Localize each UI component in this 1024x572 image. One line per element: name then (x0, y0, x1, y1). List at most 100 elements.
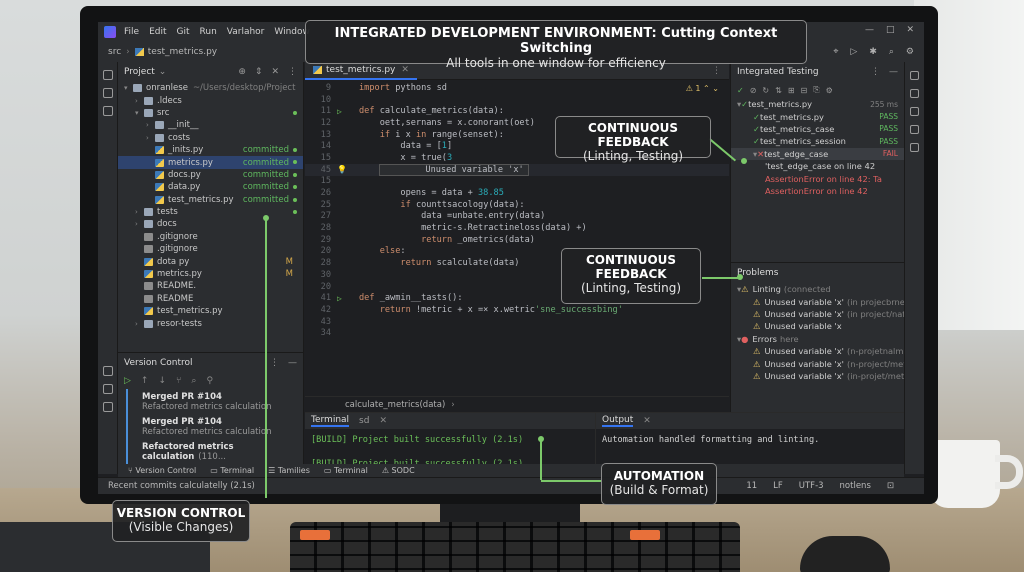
tree-item[interactable]: README. (118, 280, 303, 292)
coverage-icon[interactable] (910, 125, 919, 134)
test-row[interactable]: AssertionError on line 42 (731, 185, 904, 197)
tree-item[interactable]: › __init__ (118, 119, 303, 131)
close-tab-icon[interactable]: ✕ (643, 416, 651, 426)
debug-icon[interactable]: ✱ (869, 47, 877, 57)
tree-item[interactable]: .gitignore (118, 243, 303, 255)
problem-row[interactable]: ⚠Unused variable 'x'(in-projet/metmin (731, 370, 904, 382)
settings-icon[interactable]: ⚙ (826, 86, 833, 95)
checkmark-icon[interactable]: ✓ (737, 86, 744, 95)
tool-tab-terminal[interactable]: ▭ Terminal (210, 466, 254, 475)
tree-item[interactable]: › resor-tests (118, 317, 303, 329)
rerun-icon[interactable]: ↻ (762, 86, 769, 95)
code-line[interactable]: 9 import pythons sd (305, 82, 729, 94)
tree-item[interactable]: › .ldecs (118, 94, 303, 106)
tree-item[interactable]: ▾ src (118, 107, 303, 119)
fetch-icon[interactable]: ▷ (124, 376, 131, 386)
tree-item[interactable]: docs.py committed (118, 169, 303, 181)
code-line[interactable]: 29 return _ometrics(data) (305, 234, 729, 246)
test-row[interactable]: ▾ ✓ test_metrics.py 255 ms (731, 98, 904, 110)
commit-item[interactable]: Merged PR #104 Refactored metrics calcula… (126, 389, 303, 414)
problem-row[interactable]: ⚠Unused variable 'x'(in projecbrnetmin (731, 295, 904, 307)
tree-item[interactable]: .gitignore (118, 231, 303, 243)
status-extra[interactable]: notlens (840, 481, 871, 491)
code-line[interactable]: 15 (305, 176, 729, 188)
test-row[interactable]: 'test_edge_case on line 42 (731, 160, 904, 172)
close-panel-icon[interactable]: ✕ (271, 67, 279, 77)
close-icon[interactable]: ✕ (906, 25, 914, 35)
minimize-icon[interactable]: — (865, 25, 874, 35)
status-message[interactable]: Recent commits calculatelly (2.1s) (108, 481, 255, 491)
minimize-panel-icon[interactable]: — (889, 67, 898, 77)
sort-icon[interactable]: ⇅ (775, 86, 782, 95)
problem-row[interactable]: ▾ ⚠ Linting (connected (731, 283, 904, 295)
terminal-tab[interactable]: Terminal (311, 415, 350, 427)
test-row[interactable]: ✓ test_metrics_case PASS (731, 123, 904, 135)
run-icon[interactable]: ▷ (850, 47, 857, 57)
location-icon[interactable]: ⌖ (833, 47, 838, 57)
code-line[interactable]: 28 metric-s.Retractineloss(data) +) (305, 222, 729, 234)
tree-item[interactable]: › docs (118, 218, 303, 230)
lock-icon[interactable]: ⊡ (887, 481, 894, 491)
project-tool-icon[interactable] (103, 70, 113, 80)
tree-item[interactable]: data.py committed (118, 181, 303, 193)
tree-item[interactable]: › costs (118, 132, 303, 144)
tree-item[interactable]: dota py M (118, 255, 303, 267)
terminal-tab-secondary[interactable]: sd (359, 416, 369, 426)
more-options-icon[interactable]: ⋮ (270, 358, 279, 368)
database-icon[interactable] (910, 89, 919, 98)
arrow-up-icon[interactable]: ↑ (141, 376, 149, 386)
test-row[interactable]: ✓ test_metrics_session PASS (731, 135, 904, 147)
notifications-icon[interactable] (910, 71, 919, 80)
test-row[interactable]: ▾ ✕ test_edge_case FAIL (731, 147, 904, 160)
git-tool-icon[interactable] (103, 384, 113, 394)
tool-tab-terminal-2[interactable]: ▭ Terminal (324, 466, 368, 475)
code-line[interactable]: 25 if counttsacology(data): (305, 199, 729, 211)
problems-title[interactable]: Problems (737, 268, 778, 278)
collapse-icon[interactable]: ⊟ (801, 86, 808, 95)
version-control-title[interactable]: Version Control (124, 358, 193, 368)
collapse-all-icon[interactable]: ⇕ (255, 67, 263, 77)
maximize-icon[interactable]: □ (886, 25, 895, 35)
tree-item[interactable]: › tests (118, 206, 303, 218)
commit-item[interactable]: Refactored metrics calculation (110... (126, 439, 303, 464)
arrow-down-icon[interactable]: ↓ (158, 376, 166, 386)
branch-icon[interactable]: ⑂ (176, 376, 181, 386)
status-eol[interactable]: LF (773, 481, 783, 491)
problem-row[interactable]: ⚠Unused variable 'x'(in project/nafmi (731, 308, 904, 320)
test-row[interactable]: ✓ test_metrics.py PASS (731, 110, 904, 122)
code-line[interactable]: 34 (305, 327, 729, 339)
code-line[interactable]: 43 (305, 316, 729, 328)
settings-icon[interactable]: ⚙ (906, 47, 914, 57)
run-gutter-icon[interactable]: ▷ (337, 107, 359, 116)
problem-row[interactable]: ▾ ● Errors here (731, 333, 904, 345)
code-line[interactable]: 27 data =unbate.entry(data) (305, 211, 729, 223)
chevron-down-icon[interactable]: ⌄ (159, 67, 167, 77)
breadcrumb-folder[interactable]: src (108, 47, 121, 57)
ai-assistant-icon[interactable] (910, 143, 919, 152)
export-icon[interactable]: ⎘ (813, 85, 819, 95)
tool-tab-sodc[interactable]: ⚠ SODC (382, 466, 415, 475)
tree-item[interactable]: _inits.py committed (118, 144, 303, 156)
tree-item[interactable]: metrics.py M (118, 268, 303, 280)
commit-item[interactable]: Merged PR #104 Refactored metrics calcula… (126, 414, 303, 439)
commit-tool-icon[interactable] (103, 88, 113, 98)
problem-row[interactable]: ⚠ Unused variable 'x (731, 320, 904, 332)
menu-varlahor[interactable]: Varlahor (227, 27, 265, 37)
run-gutter-icon[interactable]: ▷ (337, 294, 359, 303)
expand-icon[interactable]: ⊞ (788, 86, 795, 95)
menu-run[interactable]: Run (200, 27, 217, 37)
tool-tab-tamilies[interactable]: ☰ Tamilies (268, 466, 310, 475)
more-options-icon[interactable]: ⋮ (871, 67, 880, 77)
tree-item[interactable]: test_metrics.py (118, 305, 303, 317)
output-tab[interactable]: Output (602, 415, 634, 427)
testing-tool-icon[interactable] (910, 107, 919, 116)
menu-file[interactable]: File (124, 27, 139, 37)
tree-item[interactable]: README (118, 293, 303, 305)
locate-file-icon[interactable]: ⊕ (238, 67, 246, 77)
more-options-icon[interactable]: ⋮ (288, 67, 297, 77)
filter-icon[interactable]: ⚲ (206, 376, 213, 386)
menu-edit[interactable]: Edit (149, 27, 166, 37)
lightbulb-icon[interactable]: 💡 (337, 165, 359, 174)
tree-item[interactable]: ▾ onranlese ~/Users/desktop/Project (118, 82, 303, 94)
menu-git[interactable]: Git (177, 27, 190, 37)
